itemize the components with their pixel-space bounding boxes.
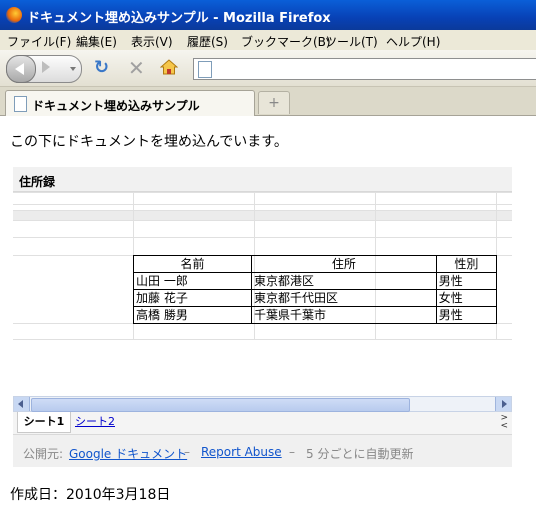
address-table: 名前 住所 性別 山田 一郎 東京都港区 男性 加藤 花子 東京都千代田区 女性…: [133, 255, 498, 324]
reload-icon[interactable]: ↻: [94, 59, 109, 77]
menu-history[interactable]: 履歴(S): [187, 33, 228, 50]
stop-icon[interactable]: ✕: [128, 58, 145, 78]
auto-update-note: 5 分ごとに自動更新: [306, 447, 414, 461]
cell-gender[interactable]: 男性: [435, 272, 498, 290]
spreadsheet-grid: 名前 住所 性別 山田 一郎 東京都港区 男性 加藤 花子 東京都千代田区 女性…: [13, 192, 512, 340]
page-icon: [198, 61, 212, 78]
cell-name[interactable]: 加藤 花子: [133, 289, 252, 307]
window-titlebar: ドキュメント埋め込みサンプル - Mozilla Firefox: [0, 0, 536, 30]
published-label: 公開元:: [23, 447, 64, 461]
page-icon: [14, 96, 27, 112]
back-button[interactable]: [6, 55, 36, 83]
sheet-scroll-icon[interactable]: > <: [500, 414, 508, 431]
tab-active[interactable]: ドキュメント埋め込みサンプル: [5, 90, 255, 116]
sheet-tab-1[interactable]: シート1: [17, 412, 71, 433]
sheet-tabs: シート1 シート2 > <: [13, 412, 512, 435]
tab-title: ドキュメント埋め込みサンプル: [32, 99, 200, 113]
history-dropdown-icon[interactable]: [70, 67, 76, 71]
menu-view[interactable]: 表示(V): [131, 33, 173, 50]
spreadsheet-title: 住所録: [19, 175, 56, 189]
scroll-left-icon[interactable]: [14, 397, 30, 411]
new-tab-button[interactable]: +: [258, 91, 290, 114]
frozen-row-band: [13, 210, 512, 220]
cell-name[interactable]: 高橋 勝男: [133, 306, 252, 324]
horizontal-scrollbar[interactable]: [13, 396, 512, 412]
scrollbar-thumb[interactable]: [31, 398, 410, 412]
forward-icon[interactable]: [42, 61, 50, 73]
publish-footer: 公開元: Google ドキュメント – Report Abuse – 5 分ご…: [13, 435, 512, 467]
report-abuse-link[interactable]: Report Abuse: [201, 445, 282, 459]
header-name[interactable]: 名前: [133, 255, 252, 273]
table-row: 加藤 花子 東京都千代田区 女性: [133, 289, 498, 307]
tab-bar: ドキュメント埋め込みサンプル +: [0, 87, 536, 116]
menu-bar: ファイル(F) 編集(E) 表示(V) 履歴(S) ブックマーク(B) ツール(…: [0, 30, 536, 51]
menu-edit[interactable]: 編集(E): [76, 33, 117, 50]
cell-address[interactable]: 東京都千代田区: [250, 289, 437, 307]
home-icon[interactable]: [160, 59, 178, 75]
cell-gender[interactable]: 女性: [435, 289, 498, 307]
separator: –: [184, 445, 190, 459]
menu-file[interactable]: ファイル(F): [7, 33, 71, 50]
spreadsheet-header: 住所録: [13, 167, 512, 192]
google-docs-link[interactable]: Google ドキュメント: [69, 447, 187, 461]
header-gender[interactable]: 性別: [435, 255, 498, 273]
table-row: 山田 一郎 東京都港区 男性: [133, 272, 498, 290]
menu-help[interactable]: ヘルプ(H): [386, 33, 440, 50]
cell-address[interactable]: 千葉県千葉市: [250, 306, 437, 324]
menu-tools[interactable]: ツール(T): [325, 33, 378, 50]
scroll-right-icon[interactable]: [495, 397, 511, 411]
address-bar[interactable]: [193, 58, 536, 80]
cell-address[interactable]: 東京都港区: [250, 272, 437, 290]
header-address[interactable]: 住所: [250, 255, 437, 273]
window-title: ドキュメント埋め込みサンプル - Mozilla Firefox: [27, 11, 331, 26]
table-header-row: 名前 住所 性別: [133, 255, 498, 273]
cell-name[interactable]: 山田 一郎: [133, 272, 252, 290]
intro-text: この下にドキュメントを埋め込んでいます。: [10, 134, 288, 150]
firefox-icon: [6, 7, 22, 23]
created-date: 作成日：2010年3月18日: [10, 487, 171, 503]
menu-bookmarks[interactable]: ブックマーク(B): [241, 33, 331, 50]
sheet-tab-2[interactable]: シート2: [75, 412, 115, 432]
cell-gender[interactable]: 男性: [435, 306, 498, 324]
navigation-toolbar: ↻ ✕: [0, 50, 536, 87]
table-row: 高橋 勝男 千葉県千葉市 男性: [133, 306, 498, 324]
separator: –: [289, 445, 295, 459]
